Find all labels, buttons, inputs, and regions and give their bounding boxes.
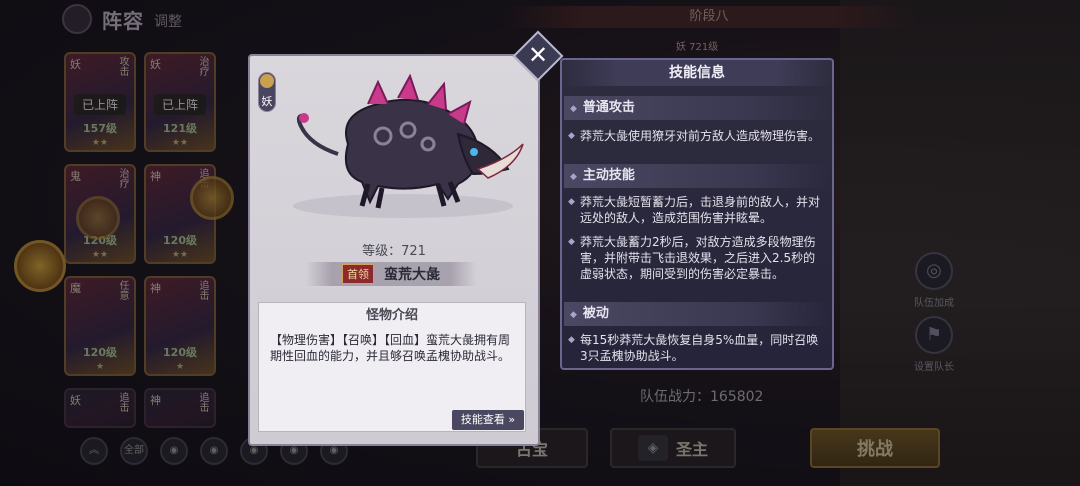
section-normal-attack: ◆ 普通攻击 [564,96,830,120]
skill-bullet: ◆ 莽荒大彘使用獠牙对前方敌人造成物理伤害。 [568,128,824,144]
close-icon: ✕ [527,41,549,69]
race-emblem-icon [260,74,274,88]
monster-level: 等级：721 [362,244,426,259]
bullet-icon: ◆ [568,131,575,141]
monster-name-plate: 首领 蛮荒大彘 [306,262,476,286]
skill-info-title: 技能信息 [562,60,832,86]
section-title: 主动技能 [582,168,635,183]
bullet-icon: ◆ [568,335,575,345]
monster-intro-text: 【物理伤害】【召唤】【回血】蛮荒大彘拥有周期性回血的能力，并且够召唤孟槐协助战斗… [270,333,511,363]
skill-text: 莽荒大彘蓄力2秒后，对敌方造成多段物理伤害，并附带击飞击退效果，之后进入2.5秒… [580,235,816,281]
boss-rank-badge: 首领 [342,264,374,284]
section-title: 普通攻击 [582,100,635,115]
race-badge: 妖 [258,72,276,112]
skill-text: 莽荒大彘短暂蓄力后，击退身前的敌人，并对远处的敌人，造成范围伤害并眩晕。 [580,195,821,225]
section-title: 被动 [582,306,609,321]
bullet-icon: ◆ [568,197,575,207]
monster-intro-title: 怪物介绍 [365,308,418,323]
skill-text: 莽荒大彘使用獠牙对前方敌人造成物理伤害。 [580,129,821,143]
bullet-icon: ◆ [568,237,575,247]
boar-monster-illustration [293,74,524,218]
diamond-icon: ◆ [570,104,577,114]
section-passive: ◆ 被动 [564,302,830,326]
skill-bullet: ◆ 莽荒大彘蓄力2秒后，对敌方造成多段物理伤害，并附带击飞击退效果，之后进入2.5… [568,234,824,282]
skill-view-button[interactable]: 技能查看 » [452,410,524,430]
section-active-skill: ◆ 主动技能 [564,164,830,188]
skill-bullet: ◆ 每15秒莽荒大彘恢复自身5%血量，同时召唤3只孟槐协助战斗。 [568,332,824,364]
diamond-icon: ◆ [570,310,577,320]
monster-name: 蛮荒大彘 [384,267,440,283]
skill-text: 每15秒莽荒大彘恢复自身5%血量，同时召唤3只孟槐协助战斗。 [580,333,819,363]
skill-bullet: ◆ 莽荒大彘短暂蓄力后，击退身前的敌人，并对远处的敌人，造成范围伤害并眩晕。 [568,194,824,226]
race-label: 妖 [261,95,273,108]
diamond-icon: ◆ [570,172,577,182]
